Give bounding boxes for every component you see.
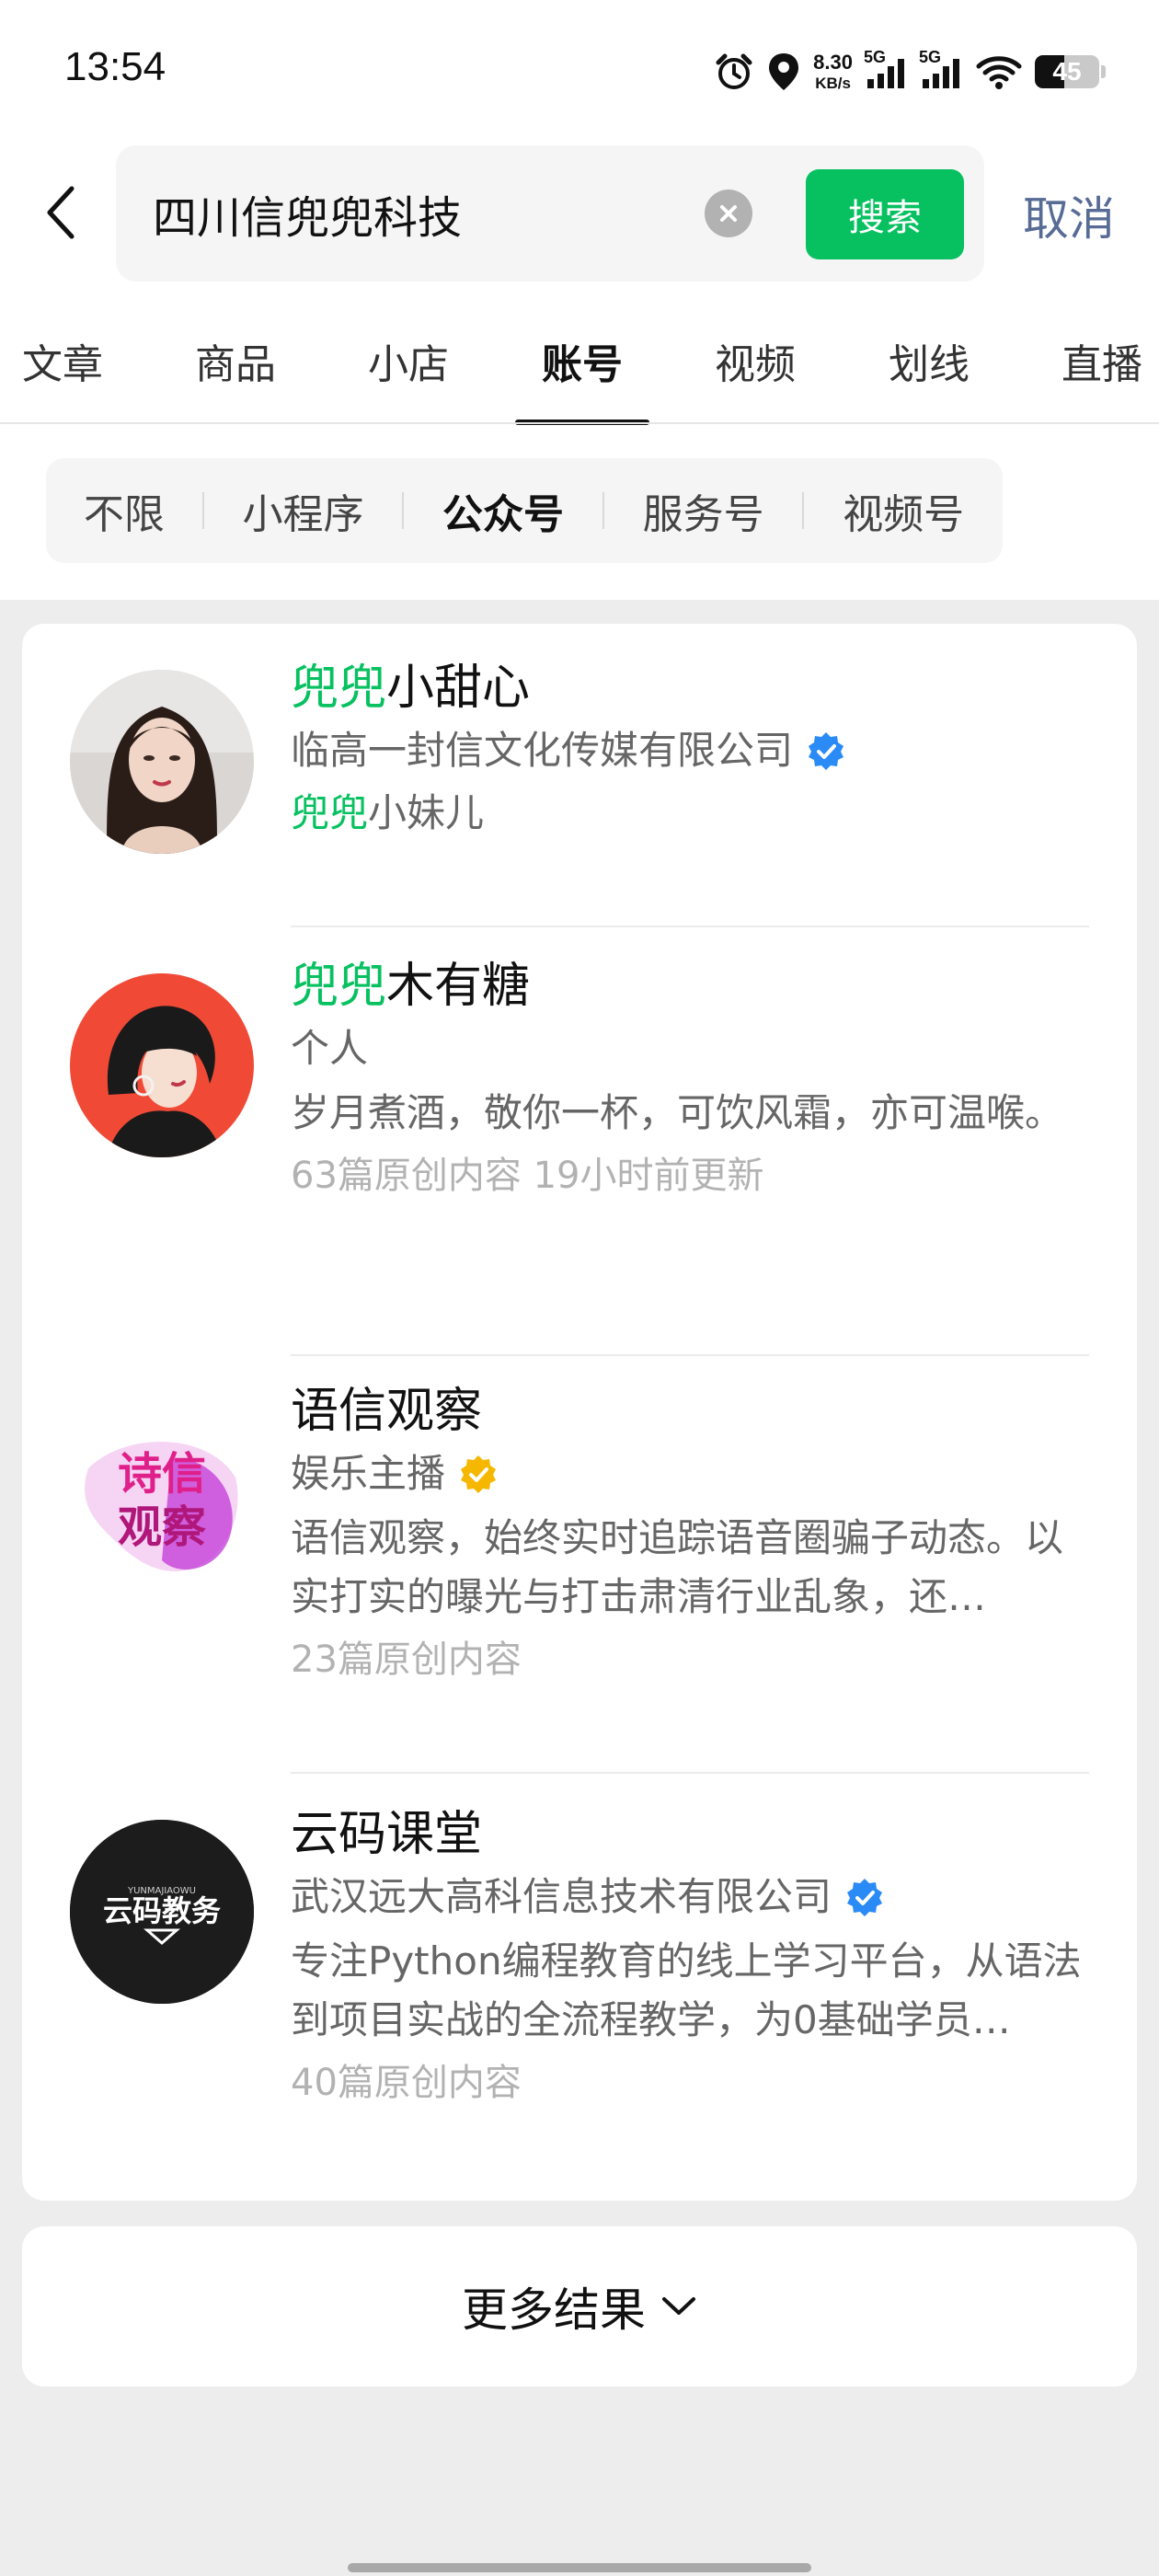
verified-badge-icon [458, 1454, 499, 1494]
account-meta: 63篇原创内容 19小时前更新 [291, 1155, 764, 1197]
filter-channels[interactable]: 视频号 [804, 481, 1003, 540]
location-icon [767, 52, 800, 92]
status-time: 13:54 [64, 44, 166, 89]
more-results-button[interactable]: 更多结果 [22, 2226, 1137, 2386]
tab-accounts[interactable]: 账号 [518, 331, 647, 423]
extra-highlight: 兜兜 [291, 790, 369, 835]
battery-icon: 45 [1035, 55, 1106, 88]
account-extra: 兜兜 小妹儿 [291, 778, 1089, 848]
account-description: 岁月煮酒，敬你一杯，可饮风霜，亦可温喉。 [291, 1090, 1064, 1135]
category-tabs: 文章 商品 小店 账号 视频 划线 直播 [0, 331, 1159, 423]
status-icons: 8.30 KB/s 5G 5G 45 [714, 46, 1106, 98]
battery-level: 45 [1052, 57, 1082, 86]
account-meta: 23篇原创内容 [291, 1639, 522, 1681]
account-description: 专注Python编程教育的线上学习平台，从语法到项目实战的全流程教学，为0基础学… [291, 1938, 1082, 2042]
signal-icon-2: 5G [919, 48, 963, 90]
result-text: 云码课堂 武汉远大高科信息技术有限公司 专注Python编程教育的线上学习平台，… [291, 1800, 1089, 2110]
more-results-label: 更多结果 [462, 2283, 646, 2337]
wifi-icon [976, 53, 1022, 90]
avatar-text-line2: 观察 [118, 1501, 206, 1553]
tab-highlights[interactable]: 划线 [865, 331, 993, 423]
chevron-down-icon [660, 2294, 697, 2318]
result-item[interactable]: 兜兜小甜心 临高一封信文化传媒有限公司 兜兜 小妹儿 [22, 624, 1137, 927]
name-rest: 小甜心 [386, 661, 531, 716]
verified-badge-icon [806, 730, 846, 771]
subtitle-text: 临高一封信文化传媒有限公司 [291, 728, 794, 773]
search-input[interactable] [153, 182, 741, 245]
account-description: 语信观察，始终实时追踪语音圈骗子动态。以实打实的曝光与打击肃清行业乱象，还… [291, 1515, 1064, 1619]
account-subtitle: 武汉远大高科信息技术有限公司 [291, 1869, 1089, 1925]
result-text: 兜兜小甜心 临高一封信文化传媒有限公司 兜兜 小妹儿 [291, 653, 1089, 848]
avatar-text-line1: 诗信 [118, 1448, 206, 1500]
status-bar: 13:54 8.30 KB/s 5G 5G 45 [0, 0, 1159, 138]
name-highlight: 兜兜 [291, 959, 387, 1014]
network-speed: 8.30 KB/s [813, 51, 853, 92]
account-name: 兜兜小甜心 [291, 653, 1089, 723]
tab-articles[interactable]: 文章 [0, 331, 127, 423]
account-meta: 40篇原创内容 [291, 2062, 522, 2104]
tabs-divider [0, 422, 1159, 424]
filter-service-account[interactable]: 服务号 [604, 481, 803, 540]
home-indicator[interactable] [348, 2563, 811, 2572]
result-item[interactable]: 诗信 观察 语信观察 娱乐主播 语信观察，始终实时追踪语音圈骗子动态。以实打实的… [22, 1356, 1137, 1774]
name-rest: 木有糖 [386, 959, 531, 1014]
tab-shops[interactable]: 小店 [344, 331, 473, 423]
avatar: 诗信 观察 [70, 1404, 254, 1588]
search-box: 搜索 [116, 145, 984, 282]
name-highlight: 兜兜 [291, 661, 387, 716]
account-type-filter: 不限 小程序 公众号 服务号 视频号 [46, 458, 1003, 563]
result-text: 兜兜木有糖 个人 岁月煮酒，敬你一杯，可饮风霜，亦可温喉。 63篇原创内容 19… [291, 951, 1089, 1203]
result-item[interactable]: 兜兜木有糖 个人 岁月煮酒，敬你一杯，可饮风霜，亦可温喉。 63篇原创内容 19… [22, 927, 1137, 1356]
avatar [70, 670, 254, 854]
account-name: 兜兜木有糖 [291, 951, 1089, 1021]
tab-videos[interactable]: 视频 [691, 331, 820, 423]
filter-all[interactable]: 不限 [46, 481, 202, 540]
subtitle-text: 娱乐主播 [291, 1451, 446, 1496]
net-speed-unit: KB/s [815, 75, 851, 92]
account-name: 云码课堂 [291, 1807, 483, 1862]
avatar: YUNMAJIAOWU 云码教务 [70, 1820, 254, 2004]
result-item[interactable]: YUNMAJIAOWU 云码教务 云码课堂 武汉远大高科信息技术有限公司 专注P… [22, 1774, 1137, 2201]
back-button[interactable] [40, 182, 81, 243]
chevron-left-icon [47, 186, 75, 239]
net-speed-value: 8.30 [813, 51, 853, 74]
subtitle-text: 个人 [291, 1026, 369, 1071]
sim1-label: 5G [864, 48, 887, 66]
account-subtitle: 娱乐主播 [291, 1446, 1089, 1501]
verified-badge-icon [844, 1877, 885, 1917]
tab-live[interactable]: 直播 [1038, 331, 1159, 423]
clear-icon[interactable] [705, 190, 752, 237]
filter-mini-program[interactable]: 小程序 [204, 481, 403, 540]
extra-rest: 小妹儿 [368, 790, 485, 835]
subtitle-text: 武汉远大高科信息技术有限公司 [291, 1874, 832, 1919]
account-subtitle: 临高一封信文化传媒有限公司 [291, 723, 1089, 778]
sim2-label: 5G [919, 48, 942, 66]
results-card: 兜兜小甜心 临高一封信文化传媒有限公司 兜兜 小妹儿 兜兜木有糖 个人 岁月煮酒… [22, 624, 1137, 2201]
alarm-icon [714, 52, 754, 92]
result-text: 语信观察 娱乐主播 语信观察，始终实时追踪语音圈骗子动态。以实打实的曝光与打击肃… [291, 1376, 1089, 1687]
cancel-button[interactable]: 取消 [1023, 182, 1115, 248]
account-name: 语信观察 [291, 1384, 483, 1439]
tab-products[interactable]: 商品 [171, 331, 300, 423]
account-subtitle: 个人 [291, 1021, 1089, 1076]
search-button[interactable]: 搜索 [806, 169, 964, 259]
avatar [70, 973, 254, 1157]
avatar-text: 云码教务 [103, 1893, 221, 1928]
signal-icon: 5G [864, 48, 908, 90]
filter-official-account[interactable]: 公众号 [404, 481, 602, 540]
